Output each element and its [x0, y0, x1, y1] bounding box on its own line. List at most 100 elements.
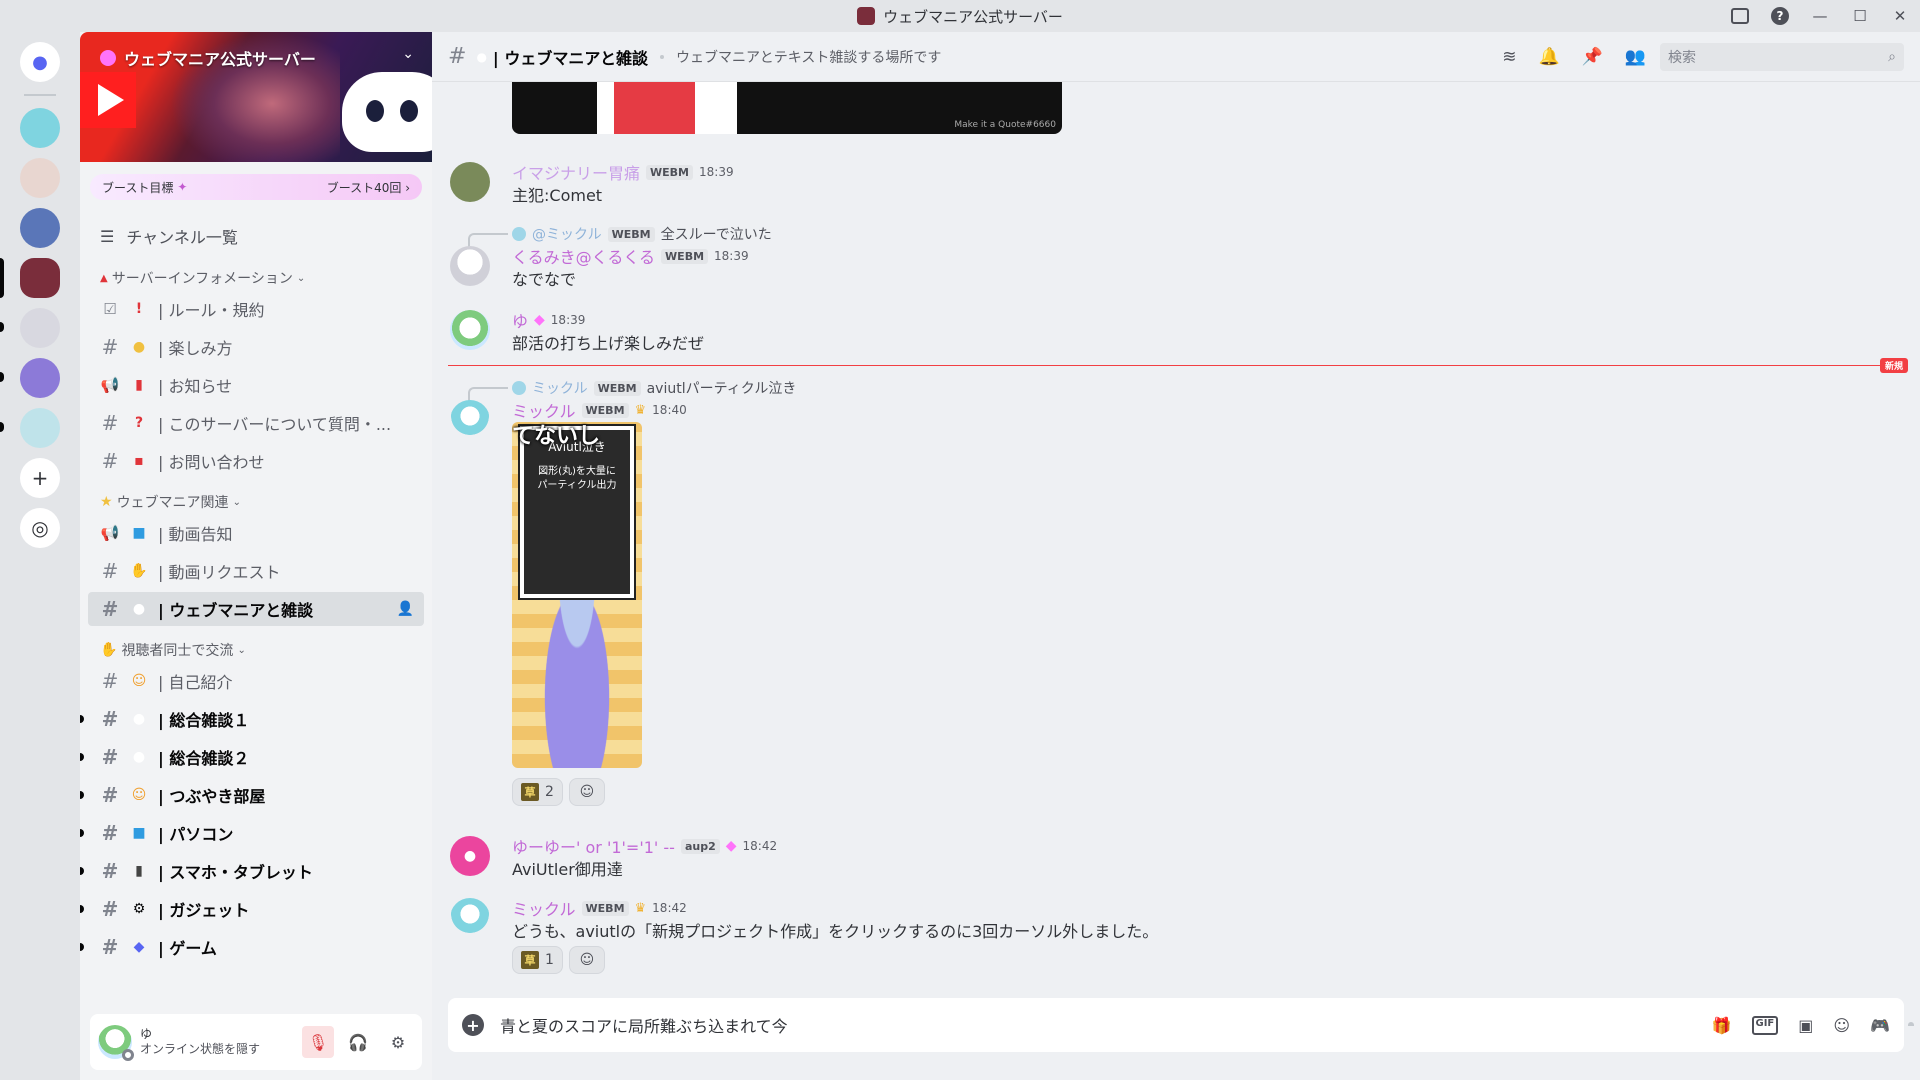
- avatar[interactable]: [450, 162, 490, 202]
- timestamp: 18:39: [699, 165, 734, 179]
- channel-tweet[interactable]: # ☺ | つぶやき部屋: [80, 778, 424, 812]
- boost-goal-bar[interactable]: ブースト目標 ✦ ブースト40回 ›: [90, 174, 422, 200]
- add-server-icon[interactable]: +: [20, 458, 60, 498]
- smile-icon: ☺: [131, 673, 147, 689]
- threads-icon[interactable]: ≋: [1502, 47, 1516, 67]
- server-icon-webmania[interactable]: [0, 258, 60, 298]
- close-button[interactable]: ✕: [1880, 0, 1920, 32]
- server-name-label: ウェブマニア公式サーバー: [124, 50, 316, 69]
- category-viewers[interactable]: ✋ 視聴者同士で交流 ⌄: [100, 640, 432, 660]
- message-header: くるみき@くるくる WEBM 18:39: [512, 244, 749, 268]
- channel-title: ● | ウェブマニアと雑談: [476, 45, 648, 69]
- chevron-down-icon[interactable]: ⌄: [402, 46, 414, 62]
- separator-dot: [660, 54, 665, 59]
- activities-icon[interactable]: 🎮: [1870, 1016, 1890, 1035]
- bell-icon[interactable]: 🔔: [1538, 47, 1559, 67]
- avatar[interactable]: [450, 898, 490, 938]
- channel-news[interactable]: 📢 ▮ | お知らせ: [88, 368, 424, 402]
- add-attachment-icon[interactable]: +: [462, 1014, 484, 1036]
- handshake-icon: ✋: [100, 642, 118, 658]
- help-icon[interactable]: ?: [1760, 0, 1800, 32]
- category-webmania[interactable]: ★ ウェブマニア関連 ⌄: [100, 492, 432, 512]
- quote-image-art: [597, 82, 737, 134]
- channel-topic[interactable]: ウェブマニアとテキスト雑談する場所です: [676, 47, 1502, 67]
- server-name[interactable]: ウェブマニア公式サーバー: [100, 46, 316, 70]
- reaction-count: 2: [545, 784, 554, 800]
- username[interactable]: ミックル: [512, 896, 576, 920]
- reaction-button[interactable]: 草 2: [512, 778, 563, 806]
- channel-faq[interactable]: # ? | このサーバーについて質問・...: [88, 406, 424, 440]
- speech-bubble-icon: ●: [132, 749, 146, 765]
- inbox-icon[interactable]: [1720, 0, 1760, 32]
- computer-icon: ■: [132, 825, 146, 841]
- channel-game[interactable]: # ◆ | ゲーム: [80, 930, 424, 964]
- sticker-icon[interactable]: ▣: [1798, 1016, 1813, 1035]
- image-attachment[interactable]: Aviutl泣き 図形(丸)を大量に パーティクル出力 てないし: [512, 422, 642, 768]
- window-title: ウェブマニア公式サーバー: [883, 7, 1063, 26]
- channel-contact[interactable]: # ▪ | お問い合わせ: [88, 444, 424, 478]
- headphones-icon[interactable]: 🎧: [342, 1026, 374, 1058]
- discord-home-icon[interactable]: ●: [20, 42, 60, 82]
- boost-gem-icon: ◆: [725, 838, 737, 854]
- pin-icon[interactable]: 📌: [1582, 47, 1603, 67]
- invite-user-icon[interactable]: 👤: [397, 601, 414, 617]
- channel-chat-active[interactable]: # ● | ウェブマニアと雑談 👤: [88, 592, 424, 626]
- gif-icon[interactable]: GIF: [1751, 1015, 1779, 1035]
- server-icon-2[interactable]: [20, 158, 60, 198]
- message-input[interactable]: 青と夏のスコアに局所難ぶち込まれて今: [500, 1013, 1712, 1037]
- channel-phone[interactable]: # ▮ | スマホ・タブレット: [80, 854, 424, 888]
- minimize-button[interactable]: —: [1800, 0, 1840, 32]
- server-icon-3[interactable]: [20, 208, 60, 248]
- quote-image[interactable]: Make it a Quote#6660: [512, 82, 1062, 134]
- explore-servers-icon[interactable]: ◎: [20, 508, 60, 548]
- server-icon-5[interactable]: [0, 308, 60, 348]
- user-names[interactable]: ゆ オンライン状態を隠す: [140, 1027, 294, 1057]
- category-info[interactable]: ▲ サーバーインフォメーション ⌄: [100, 268, 432, 288]
- phone-icon: ▮: [135, 863, 143, 879]
- avatar: [512, 227, 526, 241]
- avatar[interactable]: [450, 310, 490, 350]
- gear-icon[interactable]: ⚙: [382, 1026, 414, 1058]
- channel-general2[interactable]: # ● | 総合雑談２: [80, 740, 424, 774]
- maximize-button[interactable]: ☐: [1840, 0, 1880, 32]
- mute-microphone-icon[interactable]: 🎙: [302, 1026, 334, 1058]
- member-list-icon[interactable]: 👥: [1625, 47, 1646, 67]
- message-text: 主犯:Comet: [512, 186, 603, 205]
- search-icon: ⌕: [1888, 48, 1896, 65]
- reply-preview[interactable]: @ミックル WEBM 全スルーで泣いた: [468, 224, 772, 249]
- server-icon-1[interactable]: [20, 108, 60, 148]
- channel-video-notice[interactable]: 📢 ■ | 動画告知: [88, 516, 424, 550]
- channel-general1[interactable]: # ● | 総合雑談１: [80, 702, 424, 736]
- username[interactable]: くるみき@くるくる: [512, 244, 655, 268]
- add-reaction-button[interactable]: ☺: [568, 778, 605, 806]
- add-reaction-button[interactable]: ☺: [568, 946, 605, 974]
- reaction-button[interactable]: 草 1: [512, 946, 563, 974]
- username[interactable]: ミックル: [512, 398, 576, 422]
- message-composer[interactable]: + 青と夏のスコアに局所難ぶち込まれて今 🎁 GIF ▣ ☺ 🎮: [448, 998, 1904, 1052]
- avatar[interactable]: [98, 1025, 134, 1061]
- channel-intro[interactable]: # ☺ | 自己紹介: [88, 664, 424, 698]
- server-icon-7[interactable]: [0, 408, 60, 448]
- server-banner[interactable]: ウェブマニア公式サーバー ⌄: [80, 32, 432, 162]
- channel-list-link[interactable]: ☰ チャンネル一覧: [90, 218, 422, 254]
- avatar[interactable]: [450, 246, 490, 286]
- hash-icon: #: [101, 335, 119, 359]
- channel-rules[interactable]: ☑ ! | ルール・規約: [88, 292, 424, 326]
- channel-howto[interactable]: # ● | 楽しみ方: [88, 330, 424, 364]
- channel-video-request[interactable]: # ✋ | 動画リクエスト: [88, 554, 424, 588]
- category-label: 視聴者同士で交流: [121, 643, 234, 659]
- search-input[interactable]: 検索 ⌕: [1660, 42, 1904, 71]
- username[interactable]: ゆ: [512, 308, 528, 332]
- channel-label: | ウェブマニアと雑談: [158, 601, 314, 620]
- server-icon-6[interactable]: [0, 358, 60, 398]
- avatar[interactable]: ●: [450, 836, 490, 876]
- username[interactable]: ゆーゆー' or '1'='1' --: [512, 834, 675, 858]
- avatar[interactable]: [450, 400, 490, 440]
- scrollbar[interactable]: [1908, 1022, 1914, 1026]
- emoji-icon[interactable]: ☺: [1833, 1016, 1850, 1035]
- channel-gadget[interactable]: # ⚙ | ガジェット: [80, 892, 424, 926]
- username[interactable]: イマジナリー胃痛: [512, 160, 640, 184]
- channel-pc[interactable]: # ■ | パソコン: [80, 816, 424, 850]
- reply-preview[interactable]: ミックル WEBM aviutlパーティクル泣き: [467, 378, 796, 403]
- gift-icon[interactable]: 🎁: [1712, 1016, 1732, 1035]
